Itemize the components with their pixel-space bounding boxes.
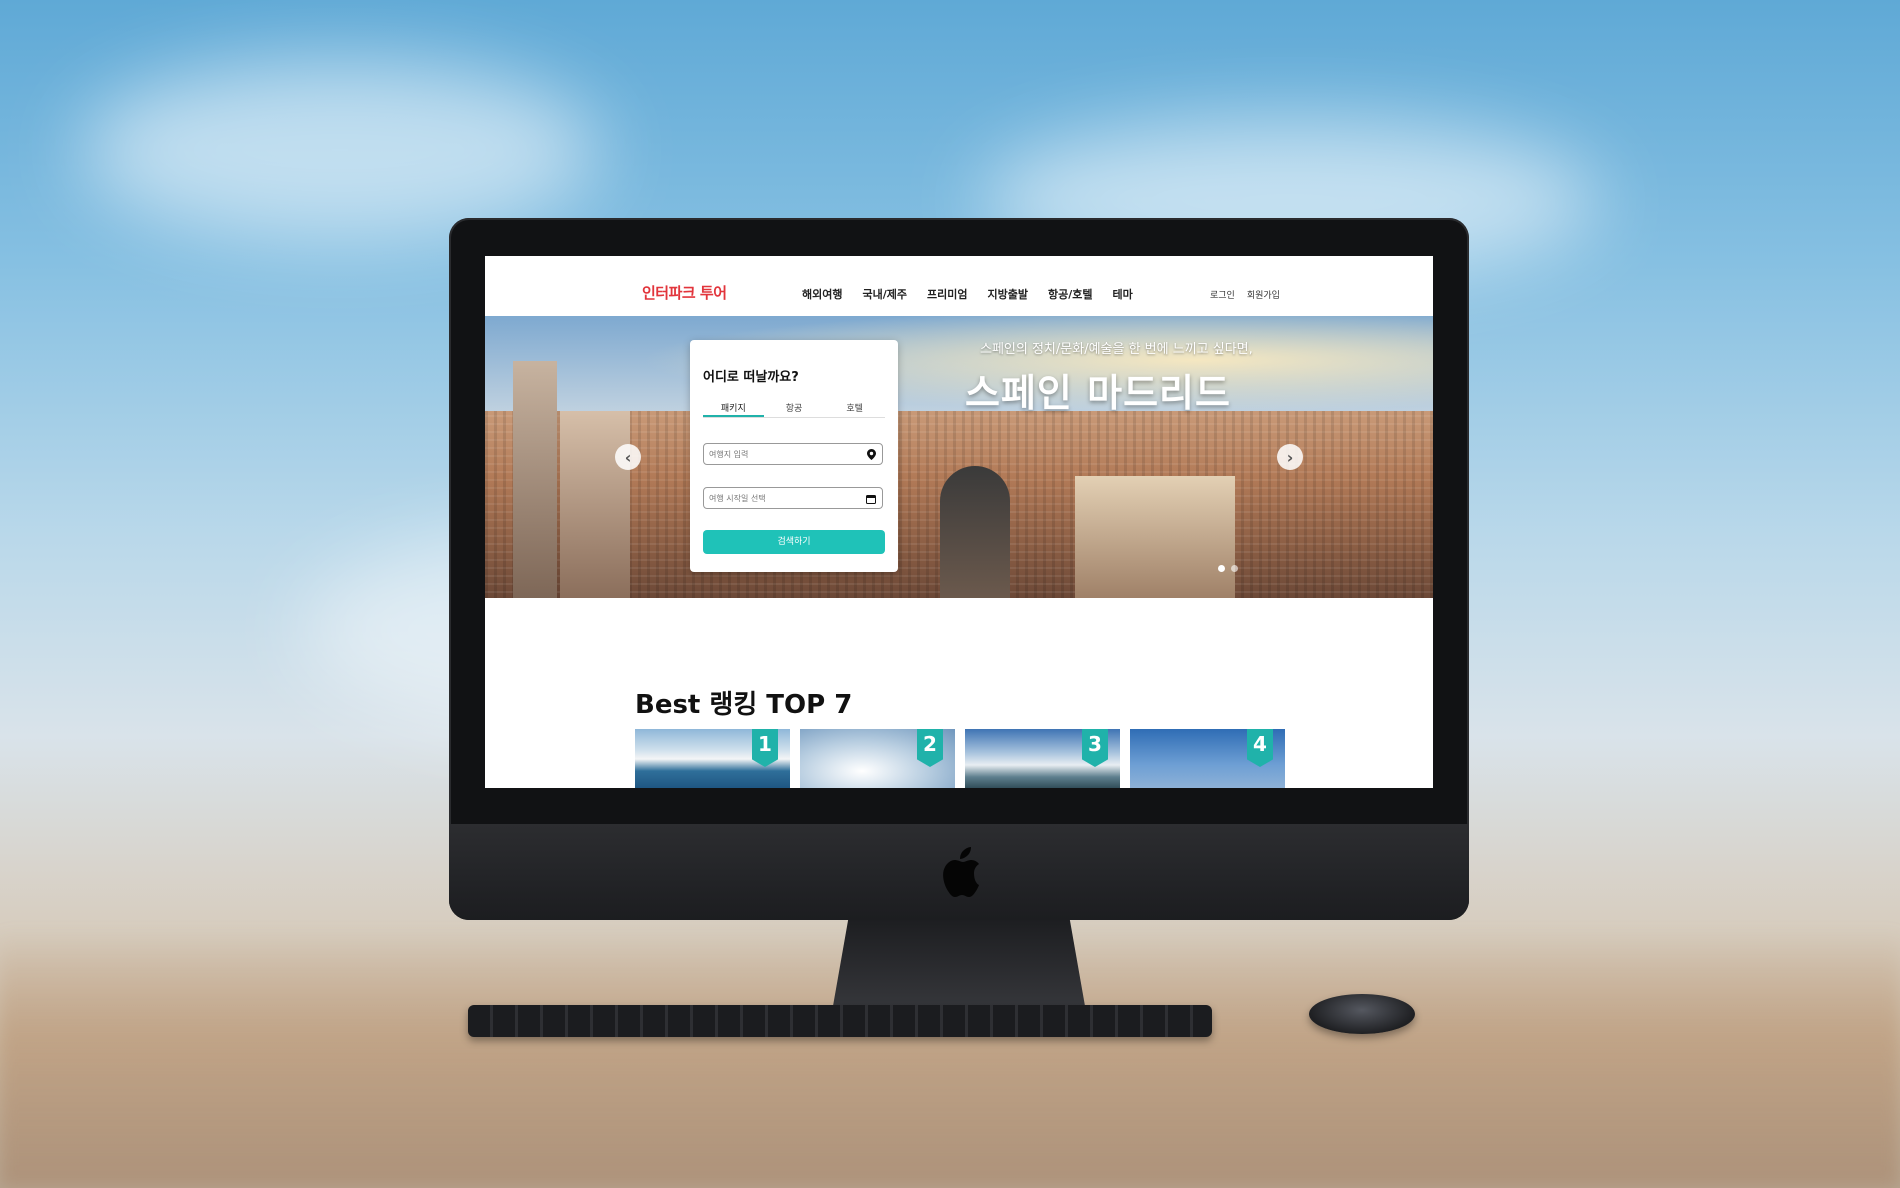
mouse (1309, 994, 1415, 1034)
location-pin-icon (867, 444, 876, 468)
tab-hotel[interactable]: 호텔 (824, 401, 885, 417)
rank-badge: 4 (1247, 729, 1273, 767)
destination-input[interactable]: 여행지 입력 (703, 443, 883, 465)
hero-subtitle: 스페인의 정치/문화/예술을 한 번에 느끼고 싶다면, (980, 342, 1253, 357)
search-card: 어디로 떠날까요? 패키지 항공 호텔 여행지 입력 여행 시작일 선택 검색하… (690, 340, 898, 572)
nav-item-air-hotel[interactable]: 항공/호텔 (1048, 286, 1093, 302)
next-slide-button[interactable]: › (1277, 444, 1303, 470)
tab-package[interactable]: 패키지 (703, 401, 764, 417)
auth-links: 로그인 회원가입 (1210, 288, 1292, 301)
chevron-right-icon: › (1286, 447, 1294, 467)
main-nav: 해외여행 국내/제주 프리미엄 지방출발 항공/호텔 테마 (802, 286, 1153, 302)
keyboard (468, 1005, 1212, 1037)
slide-dot[interactable] (1218, 565, 1225, 572)
search-title: 어디로 떠날까요? (703, 370, 799, 385)
nav-item-domestic[interactable]: 국내/제주 (862, 286, 907, 302)
date-placeholder: 여행 시작일 선택 (709, 494, 766, 503)
hero-building (560, 411, 630, 598)
chevron-left-icon: ‹ (624, 447, 632, 467)
ranking-card[interactable]: 2 (800, 729, 955, 788)
ranking-card[interactable]: 3 (965, 729, 1120, 788)
hero-sky (485, 316, 1433, 426)
nav-item-premium[interactable]: 프리미엄 (927, 286, 967, 302)
search-tabs: 패키지 항공 호텔 (703, 401, 885, 418)
tab-flight[interactable]: 항공 (764, 401, 825, 417)
imac-stand (833, 920, 1085, 1006)
ranking-card[interactable]: 1 (635, 729, 790, 788)
hero-banner: 스페인의 정치/문화/예술을 한 번에 느끼고 싶다면, 스페인 마드리드 ‹ … (485, 316, 1433, 598)
signup-link[interactable]: 회원가입 (1247, 288, 1280, 301)
nav-item-regional[interactable]: 지방출발 (987, 286, 1027, 302)
background-cloud (80, 60, 600, 240)
best-ranking-title: Best 랭킹 TOP 7 (635, 690, 853, 720)
hero-title: 스페인 마드리드 (965, 371, 1231, 415)
start-date-input[interactable]: 여행 시작일 선택 (703, 487, 883, 509)
ranking-list: 1 2 3 4 (635, 729, 1285, 788)
login-link[interactable]: 로그인 (1210, 288, 1235, 301)
search-button[interactable]: 검색하기 (703, 530, 885, 554)
ranking-card[interactable]: 4 (1130, 729, 1285, 788)
hero-building (940, 466, 1010, 598)
destination-placeholder: 여행지 입력 (709, 450, 749, 459)
calendar-icon (866, 488, 876, 512)
rank-badge: 1 (752, 729, 778, 767)
browser-screen: 인터파크 투어 해외여행 국내/제주 프리미엄 지방출발 항공/호텔 테마 로그… (485, 256, 1433, 788)
slide-dot[interactable] (1231, 565, 1238, 572)
prev-slide-button[interactable]: ‹ (615, 444, 641, 470)
hero-building (513, 361, 557, 598)
site-logo[interactable]: 인터파크 투어 (642, 282, 727, 303)
nav-item-overseas[interactable]: 해외여행 (802, 286, 842, 302)
slide-indicators (1218, 565, 1238, 572)
rank-badge: 2 (917, 729, 943, 767)
rank-badge: 3 (1082, 729, 1108, 767)
hero-building (1075, 476, 1235, 598)
nav-item-theme[interactable]: 테마 (1112, 286, 1132, 302)
apple-logo-icon (943, 847, 979, 897)
site-header: 인터파크 투어 해외여행 국내/제주 프리미엄 지방출발 항공/호텔 테마 로그… (485, 256, 1433, 316)
